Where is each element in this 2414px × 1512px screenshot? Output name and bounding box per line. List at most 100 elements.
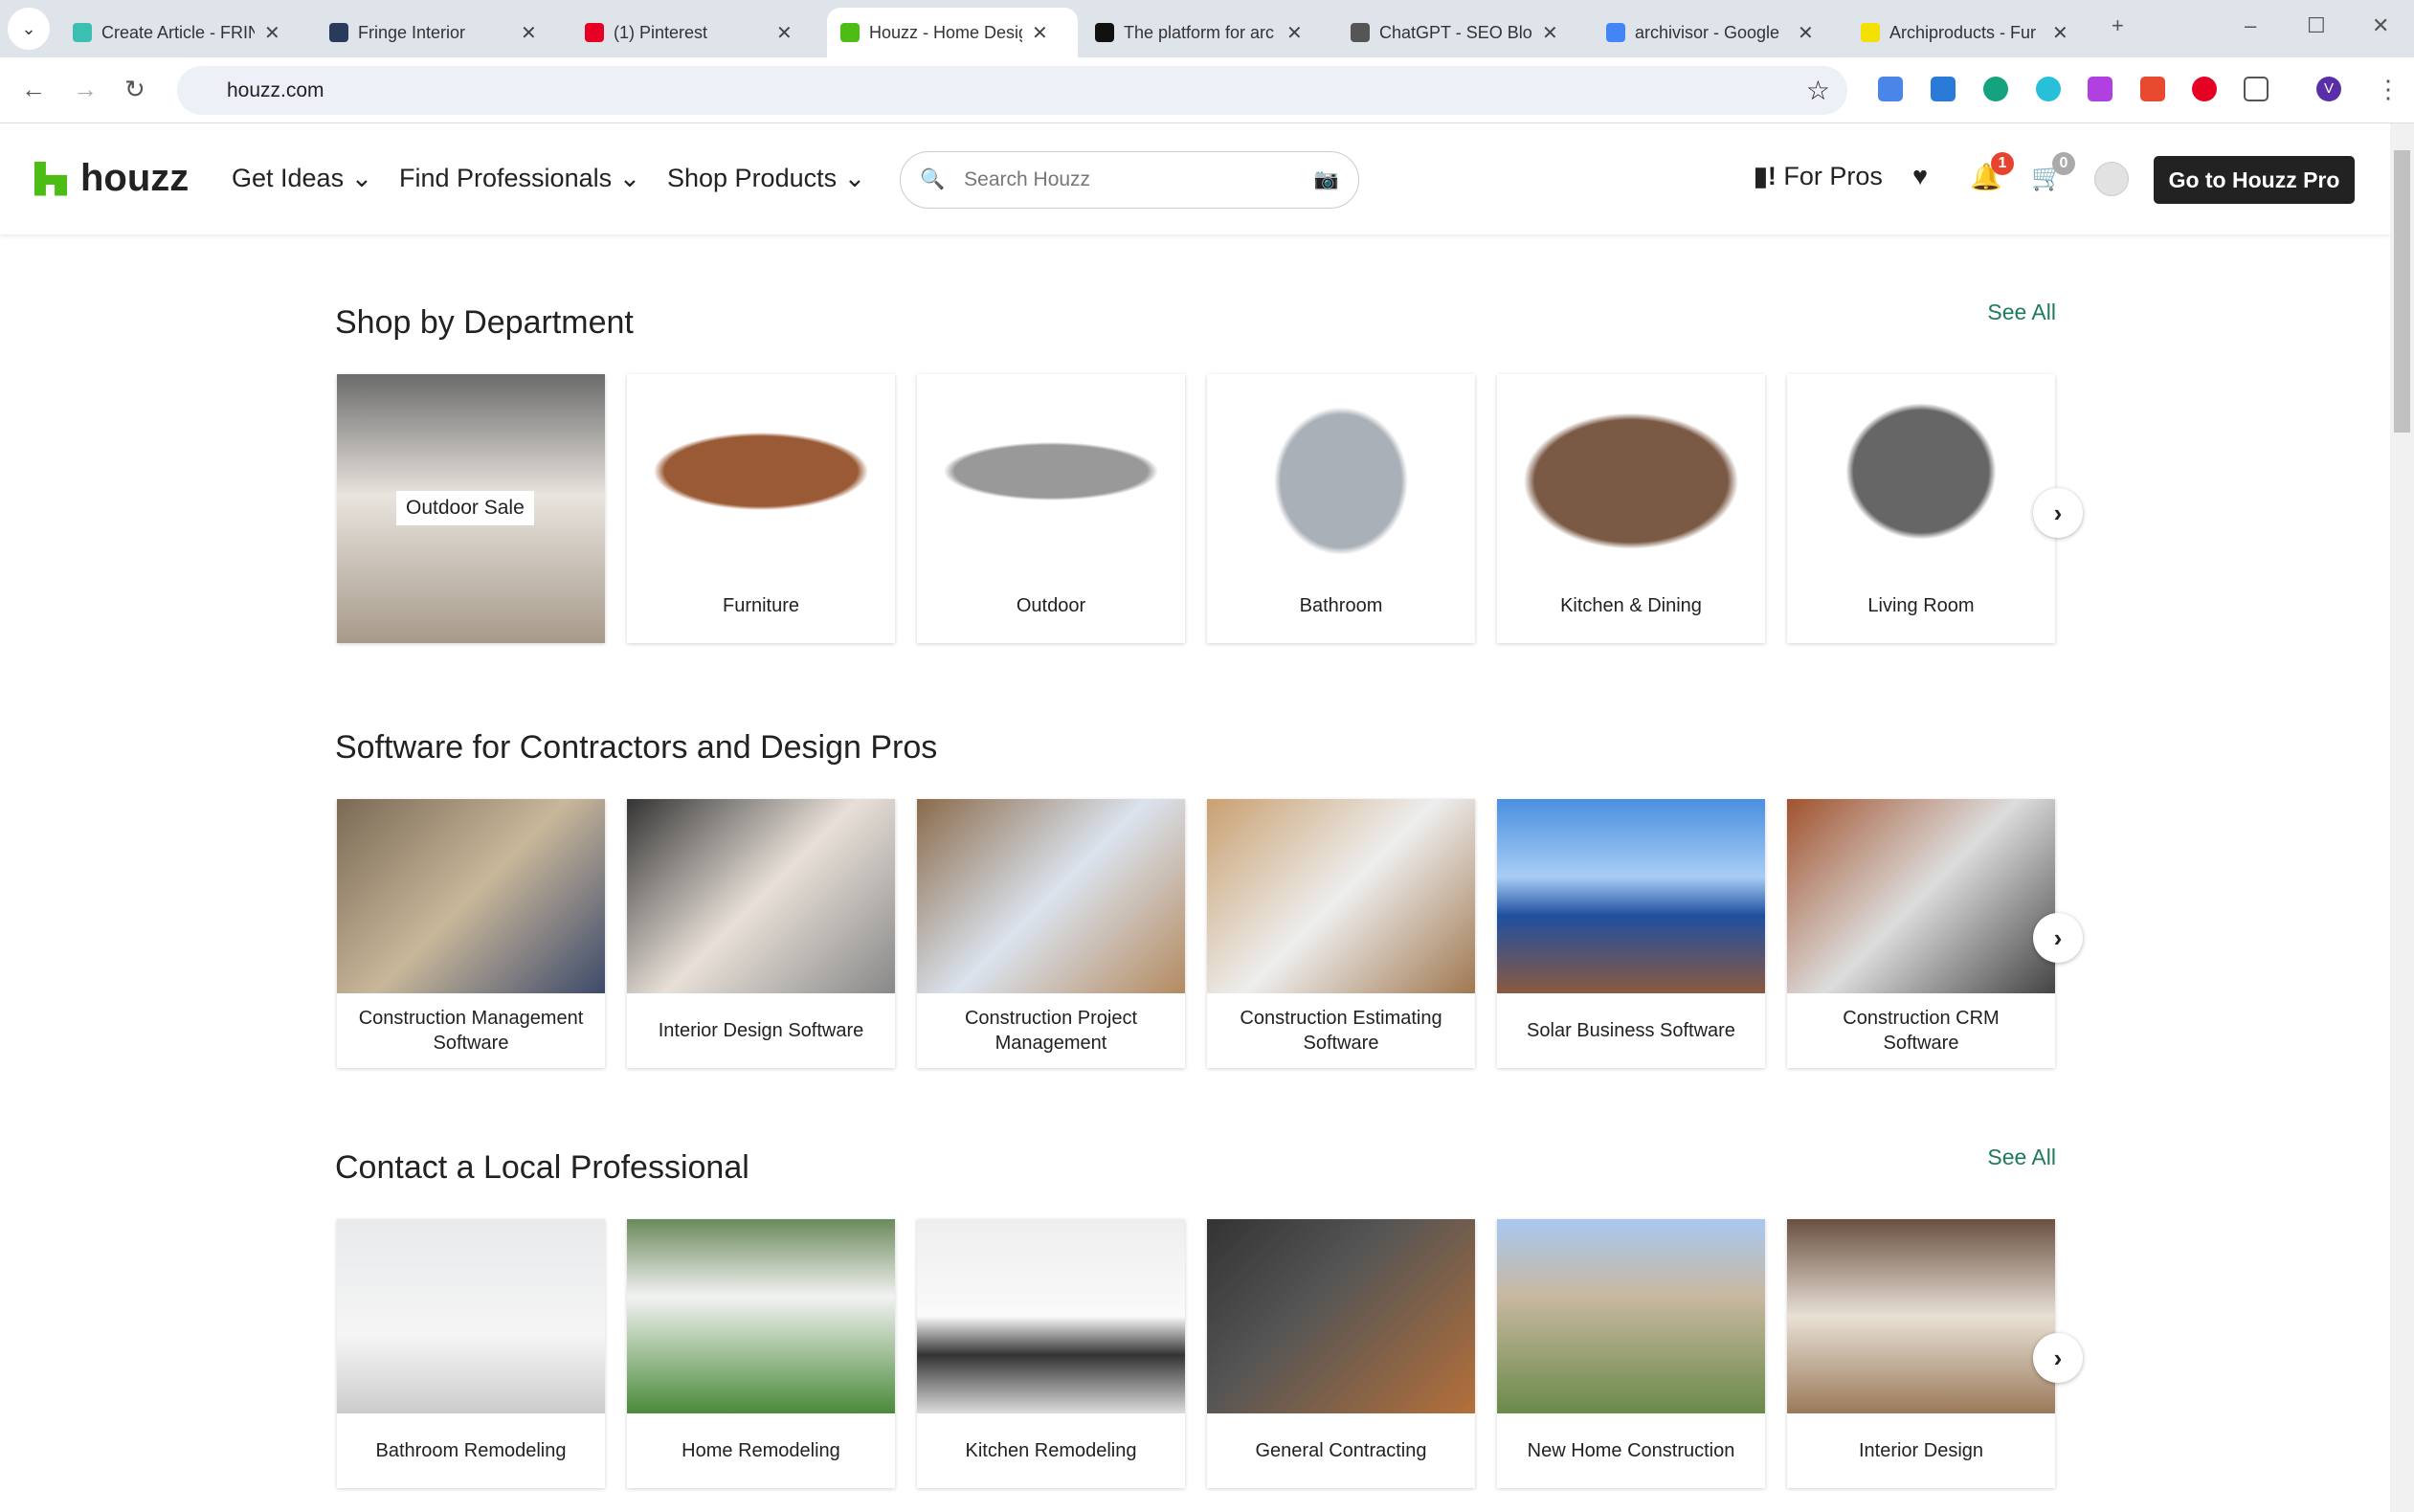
maximize-button[interactable]: ☐: [2307, 13, 2326, 38]
category-card[interactable]: Construction CRM Software: [1787, 799, 2055, 1068]
card-label: Outdoor: [1016, 595, 1086, 616]
tab-close-icon[interactable]: ✕: [1286, 21, 1303, 45]
card-carousel: Construction Management Software Interior…: [337, 799, 2060, 1072]
browser-tab[interactable]: The platform for arc ✕: [1082, 8, 1332, 57]
card-image: [1207, 374, 1475, 568]
forward-icon[interactable]: →: [73, 75, 98, 104]
section-title: Shop by Department: [335, 304, 634, 341]
tab-close-icon[interactable]: ✕: [1542, 21, 1558, 45]
minimize-button[interactable]: –: [2245, 13, 2256, 38]
camera-icon[interactable]: 📷: [1314, 168, 1339, 191]
card-image: Outdoor Sale: [337, 374, 605, 643]
user-avatar[interactable]: [2094, 162, 2129, 196]
tab-title: The platform for arc: [1124, 22, 1275, 42]
bell-icon[interactable]: 🔔 1: [1970, 152, 2014, 192]
extensions-puzzle-icon[interactable]: [2244, 77, 2269, 101]
back-icon[interactable]: ←: [21, 75, 46, 104]
search-placeholder: Search Houzz: [964, 168, 1091, 190]
category-card[interactable]: Construction Estimating Software: [1207, 799, 1475, 1068]
browser-tab[interactable]: Archiproducts - Fur ✕: [1847, 8, 2098, 57]
tab-close-icon[interactable]: ✕: [1032, 21, 1048, 45]
category-card[interactable]: Outdoor: [917, 374, 1185, 643]
card-image: [1497, 1219, 1765, 1413]
menu-find-professionals[interactable]: Find Professionals ⌄: [399, 164, 640, 193]
search-icon: 🔍: [920, 168, 946, 190]
search-input[interactable]: 🔍 Search Houzz 📷: [900, 151, 1359, 209]
extension-icon[interactable]: [2088, 77, 2112, 101]
menu-get-ideas[interactable]: Get Ideas ⌄: [232, 164, 372, 193]
go-to-houzz-pro-button[interactable]: Go to Houzz Pro: [2154, 156, 2355, 204]
houzz-logo[interactable]: houzz: [34, 157, 189, 200]
tab-close-icon[interactable]: ✕: [521, 21, 537, 45]
card-label: Construction CRM Software: [1843, 1008, 2000, 1054]
see-all-link[interactable]: See All: [1987, 300, 2056, 325]
logo-text: houzz: [80, 157, 190, 199]
category-card[interactable]: Interior Design Software: [627, 799, 895, 1068]
browser-tab[interactable]: ChatGPT - SEO Blog ✕: [1337, 8, 1588, 57]
menu-kebab-icon[interactable]: ⋮: [2376, 75, 2401, 104]
menu-shop-products[interactable]: Shop Products ⌄: [667, 164, 865, 193]
tab-search-button[interactable]: ⌄: [8, 8, 50, 50]
tab-close-icon[interactable]: ✕: [2052, 21, 2068, 45]
download-extension-icon[interactable]: [1931, 77, 1956, 101]
category-card[interactable]: Living Room: [1787, 374, 2055, 643]
carousel-next-button[interactable]: ›: [2033, 1333, 2083, 1383]
browser-tab[interactable]: archivisor - Google ✕: [1593, 8, 1844, 57]
category-card[interactable]: Kitchen Remodeling: [917, 1219, 1185, 1488]
for-pros-icon: ▮!: [1754, 162, 1777, 190]
tab-title: Archiproducts - Fur: [1889, 22, 2037, 42]
browser-tab[interactable]: Houzz - Home Design ✕: [827, 8, 1078, 57]
card-label: Construction Project Management: [964, 1008, 1138, 1054]
carousel-next-button[interactable]: ›: [2033, 913, 2083, 963]
card-label: Bathroom: [1299, 595, 1383, 616]
tab-title: Houzz - Home Design: [869, 22, 1022, 42]
category-card[interactable]: Construction Management Software: [337, 799, 605, 1068]
category-card[interactable]: Outdoor Sale: [337, 374, 605, 643]
tab-close-icon[interactable]: ✕: [1798, 21, 1814, 45]
scrollbar[interactable]: [2390, 123, 2414, 1512]
new-tab-button[interactable]: +: [2112, 13, 2124, 38]
browser-tab[interactable]: Fringe Interior ✕: [316, 8, 567, 57]
card-image: [1787, 1219, 2055, 1413]
pinterest-extension-icon[interactable]: [2192, 77, 2217, 101]
browser-tab[interactable]: (1) Pinterest ✕: [571, 8, 822, 57]
reload-icon[interactable]: ↻: [124, 75, 145, 104]
carousel-next-button[interactable]: ›: [2033, 488, 2083, 538]
category-card[interactable]: General Contracting: [1207, 1219, 1475, 1488]
see-all-link[interactable]: See All: [1987, 1145, 2056, 1170]
heart-icon[interactable]: ♥: [1912, 162, 1928, 191]
tab-title: Fringe Interior: [358, 22, 466, 42]
for-pros-link[interactable]: ▮! For Pros: [1754, 162, 1883, 191]
tab-title: Create Article - FRIN: [101, 22, 255, 42]
section-title: Software for Contractors and Design Pros: [335, 729, 938, 766]
tab-favicon-icon: [1606, 23, 1625, 42]
card-carousel: Bathroom Remodeling Home Remodeling Kitche…: [337, 1219, 2060, 1492]
grammarly-extension-icon[interactable]: [1983, 77, 2008, 101]
card-image: [1207, 1219, 1475, 1413]
category-card[interactable]: Bathroom: [1207, 374, 1475, 643]
scrollbar-thumb[interactable]: [2394, 150, 2410, 433]
close-window-button[interactable]: ✕: [2372, 13, 2389, 38]
card-image: [1497, 374, 1765, 568]
category-card[interactable]: Furniture: [627, 374, 895, 643]
category-card[interactable]: New Home Construction: [1497, 1219, 1765, 1488]
tab-close-icon[interactable]: ✕: [264, 21, 280, 45]
extension-icon[interactable]: [2036, 77, 2061, 101]
category-card[interactable]: Bathroom Remodeling: [337, 1219, 605, 1488]
profile-avatar[interactable]: V: [2316, 77, 2341, 101]
extension-icon[interactable]: [2140, 77, 2165, 101]
tab-close-icon[interactable]: ✕: [776, 21, 793, 45]
translate-extension-icon[interactable]: [1878, 77, 1903, 101]
url-input[interactable]: houzz.com ☆: [177, 66, 1847, 115]
card-image: [337, 1219, 605, 1413]
browser-tab[interactable]: Create Article - FRIN ✕: [59, 8, 310, 57]
category-card[interactable]: Construction Project Management: [917, 799, 1185, 1068]
category-card[interactable]: Solar Business Software: [1497, 799, 1765, 1068]
bookmark-star-icon[interactable]: ☆: [1806, 75, 1830, 106]
category-card[interactable]: Home Remodeling: [627, 1219, 895, 1488]
site-header: houzz Get Ideas ⌄ Find Professionals ⌄ S…: [0, 123, 2390, 234]
cart-icon[interactable]: 🛒 0: [2031, 152, 2075, 192]
card-image: [1787, 374, 2055, 568]
category-card[interactable]: Interior Design: [1787, 1219, 2055, 1488]
category-card[interactable]: Kitchen & Dining: [1497, 374, 1765, 643]
